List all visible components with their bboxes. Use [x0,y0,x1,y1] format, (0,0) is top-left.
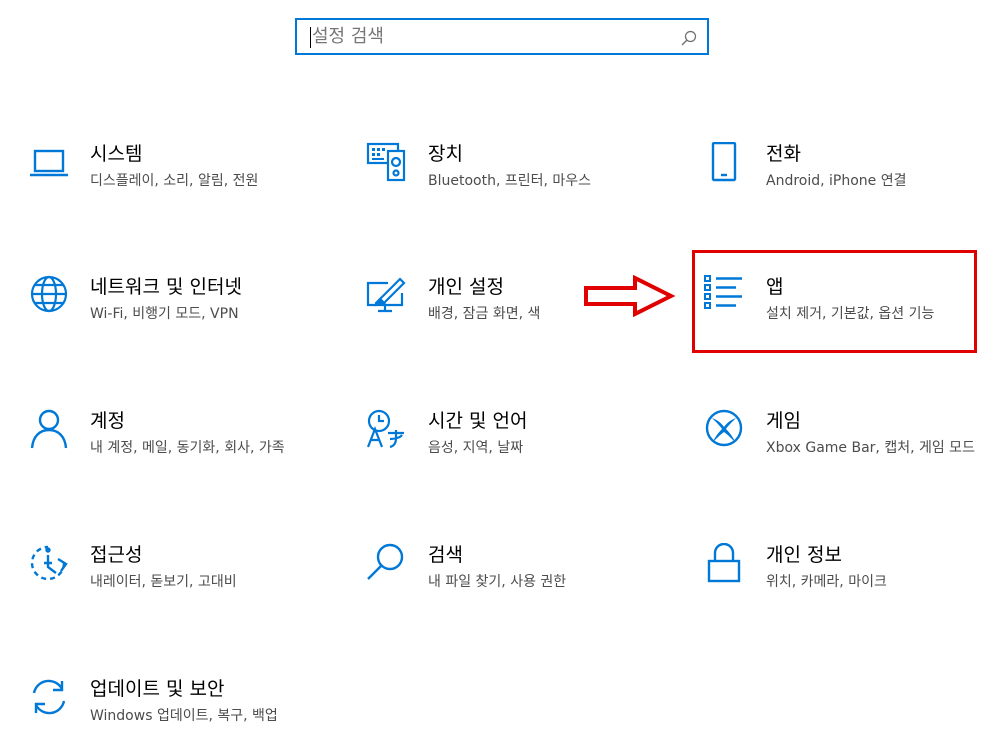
lock-icon [704,543,746,585]
tile-title: 접근성 [90,544,143,566]
tile-title: 개인 설정 [428,276,504,298]
phone-icon [704,142,746,184]
sync-icon [28,677,70,719]
tile-title: 장치 [428,143,463,165]
tile-title: 업데이트 및 보안 [90,678,225,700]
tile-gaming[interactable]: 게임 Xbox Game Bar, 캡처, 게임 모드 [704,409,993,479]
tile-title: 개인 정보 [766,544,842,566]
annotation-highlight-box [692,250,977,353]
tile-description: 디스플레이, 소리, 알림, 전원 [90,173,259,189]
person-icon [28,409,70,451]
tile-description: 내레이터, 돋보기, 고대비 [90,574,237,590]
search-icon [366,543,408,585]
tile-title: 네트워크 및 인터넷 [90,276,242,298]
tile-description: Android, iPhone 연결 [766,173,907,189]
tile-network[interactable]: 네트워크 및 인터넷 Wi-Fi, 비행기 모드, VPN [28,275,318,345]
text-caret [310,27,311,48]
settings-search-box[interactable] [295,18,709,55]
tile-title: 전화 [766,143,801,165]
tile-description: Windows 업데이트, 복구, 백업 [90,708,278,724]
tile-description: Bluetooth, 프린터, 마우스 [428,173,592,189]
tile-ease-of-access[interactable]: 접근성 내레이터, 돋보기, 고대비 [28,543,318,613]
tile-update-security[interactable]: 업데이트 및 보안 Windows 업데이트, 복구, 백업 [28,677,318,747]
devices-icon [366,142,408,184]
tile-devices[interactable]: 장치 Bluetooth, 프린터, 마우스 [366,142,656,212]
laptop-icon [28,142,70,184]
tile-search[interactable]: 검색 내 파일 찾기, 사용 권한 [366,543,656,613]
tile-accounts[interactable]: 계정 내 계정, 메일, 동기화, 회사, 가족 [28,409,318,479]
xbox-icon [704,409,746,451]
ease-of-access-icon [28,543,70,585]
tile-title: 시간 및 언어 [428,410,528,432]
annotation-arrow-icon [584,275,675,317]
tile-description: Xbox Game Bar, 캡처, 게임 모드 [766,440,975,456]
globe-icon [28,275,70,317]
tile-description: 위치, 카메라, 마이크 [766,574,887,590]
tile-system[interactable]: 시스템 디스플레이, 소리, 알림, 전원 [28,142,318,212]
tile-title: 게임 [766,410,801,432]
tile-phone[interactable]: 전화 Android, iPhone 연결 [704,142,993,212]
tile-title: 검색 [428,544,463,566]
tile-description: Wi-Fi, 비행기 모드, VPN [90,306,239,322]
tile-description: 내 파일 찾기, 사용 권한 [428,574,567,590]
time-language-icon [366,409,408,451]
search-input[interactable] [312,22,672,51]
tile-title: 시스템 [90,143,143,165]
personalization-icon [366,275,408,317]
tile-description: 음성, 지역, 날짜 [428,440,524,456]
tile-privacy[interactable]: 개인 정보 위치, 카메라, 마이크 [704,543,993,613]
search-icon[interactable] [681,30,697,46]
tile-time-language[interactable]: 시간 및 언어 음성, 지역, 날짜 [366,409,656,479]
tile-title: 계정 [90,410,125,432]
tile-description: 내 계정, 메일, 동기화, 회사, 가족 [90,440,285,456]
